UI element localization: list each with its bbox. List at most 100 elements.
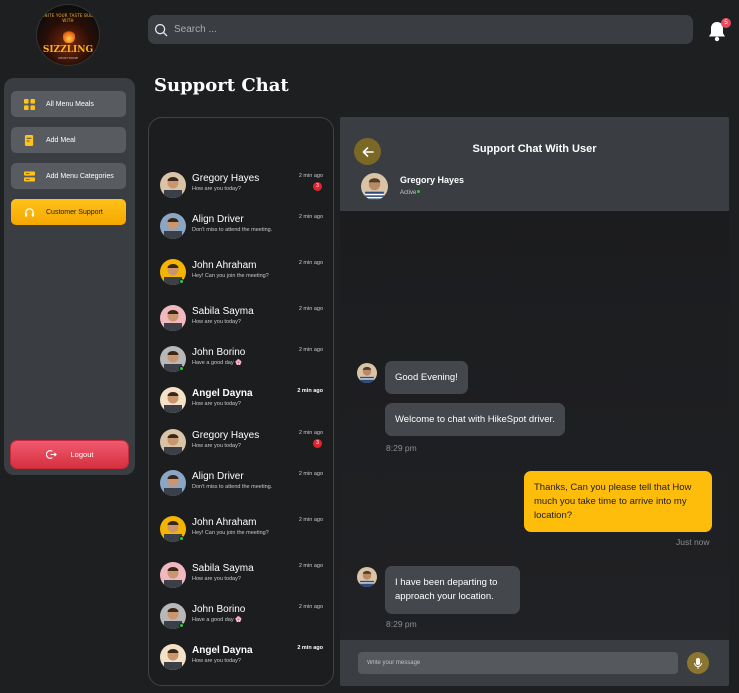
logout-button[interactable]: Logout [11, 441, 128, 468]
notification-badge: 5 [721, 18, 731, 28]
online-indicator [179, 623, 184, 628]
avatar [160, 387, 186, 413]
avatar [357, 363, 377, 383]
chat-list-item[interactable]: John Ahraham Hey! Can you join the meetin… [149, 257, 333, 297]
chat-time: 2 min ago [298, 430, 323, 436]
chat-list-item[interactable]: John Borino Have a good day 🌸 2 min ago [149, 601, 333, 641]
message-composer [340, 640, 729, 686]
chat-preview: Have a good day 🌸 [192, 617, 242, 623]
avatar [357, 567, 377, 587]
logo-brand: SIZZLING [42, 45, 94, 55]
chat-list-item[interactable]: Align Driver Don't miss to attend the mee… [149, 468, 333, 508]
chat-time: 2 min ago [298, 563, 323, 569]
chat-contact-name: Sabila Sayma [192, 306, 254, 317]
chat-contact-name: Align Driver [192, 214, 244, 225]
message-bubble: Welcome to chat with HikeSpot driver. [385, 403, 565, 436]
chat-contact-name: John Ahraham [192, 260, 257, 271]
sidebar-item-label: All Menu Meals [46, 100, 94, 108]
avatar [160, 470, 186, 496]
chat-preview: Don't miss to attend the meeting. [192, 484, 273, 490]
avatar [361, 173, 388, 200]
notification-button[interactable]: 5 [707, 18, 731, 42]
avatar [160, 429, 186, 455]
chat-preview: Don't miss to attend the meeting. [192, 227, 273, 233]
message-time: 8:29 pm [386, 619, 417, 629]
chat-list-item[interactable]: Gregory Hayes How are you today? 2 min ago… [149, 427, 333, 467]
chat-time: 2 min ago [298, 347, 323, 353]
logout-icon [45, 450, 57, 459]
chat-contact-name: Sabila Sayma [192, 563, 254, 574]
message-time: 8:29 pm [386, 443, 417, 453]
sidebar-item-add-menu-categories[interactable]: Add Menu Categories [11, 163, 126, 189]
sidebar-item-add-meal[interactable]: Add Meal [11, 127, 126, 153]
chat-contact-name: John Ahraham [192, 517, 257, 528]
chat-time: 2 min ago [297, 645, 323, 651]
chat-contact-name: John Borino [192, 604, 246, 615]
search-input[interactable] [174, 24, 574, 35]
list-icon [24, 170, 35, 182]
online-indicator [179, 536, 184, 541]
chat-list-item[interactable]: Sabila Sayma How are you today? 2 min ago [149, 303, 333, 343]
chat-contact-name: Gregory Hayes [192, 430, 260, 441]
chat-user-status: Active [400, 190, 421, 196]
sidebar-item-label: Add Meal [46, 136, 76, 144]
chat-time: 2 min ago [298, 260, 323, 266]
chat-preview: Hey! Can you join the meeting? [192, 530, 269, 536]
sidebar-item-label: Add Menu Categories [46, 172, 114, 180]
sidebar-item-customer-support[interactable]: Customer Support [11, 199, 126, 225]
chat-list-item[interactable]: Angel Dayna How are you today? 2 min ago [149, 642, 333, 682]
message-bubble: Good Evening! [385, 361, 468, 394]
chat-list-item[interactable]: Angel Dayna How are you today? 2 min ago [149, 385, 333, 425]
avatar [160, 562, 186, 588]
chat-time: 2 min ago [298, 604, 323, 610]
chat-contact-name: John Borino [192, 347, 246, 358]
user-avatar-image [357, 363, 377, 383]
chat-preview: How are you today? [192, 401, 241, 407]
avatar [160, 213, 186, 239]
online-indicator [179, 279, 184, 284]
search-bar[interactable] [148, 15, 693, 44]
user-avatar-image [361, 173, 388, 200]
unread-badge: 3 [313, 182, 322, 191]
chat-preview: How are you today? [192, 576, 241, 582]
microphone-icon [694, 657, 702, 669]
brand-logo: IGNITE YOUR TASTE BUDS WITH SIZZLING CHO… [36, 4, 100, 66]
chat-contact-name: Angel Dayna [192, 388, 253, 399]
logout-label: Logout [70, 450, 94, 459]
chat-preview: How are you today? [192, 319, 241, 325]
status-text: Active [400, 190, 417, 196]
chat-preview: How are you today? [192, 443, 241, 449]
chat-time: 2 min ago [298, 214, 323, 220]
avatar [160, 644, 186, 670]
chat-time: 2 min ago [298, 173, 323, 179]
chat-title: Support Chat With User [472, 143, 597, 155]
add-document-icon [24, 134, 34, 146]
online-indicator [417, 190, 421, 193]
chat-contact-name: Align Driver [192, 471, 244, 482]
chat-window: Support Chat With User Gregory Hayes Act… [340, 117, 729, 686]
chat-list-item[interactable]: Sabila Sayma How are you today? 2 min ago [149, 560, 333, 600]
chat-time: 2 min ago [298, 306, 323, 312]
user-avatar-image [357, 567, 377, 587]
mic-button[interactable] [687, 652, 709, 674]
online-indicator [179, 366, 184, 371]
unread-badge: 3 [313, 439, 322, 448]
chat-list-item[interactable]: John Ahraham Hey! Can you join the meetin… [149, 514, 333, 554]
message-bubble: I have been departing to approach your l… [385, 566, 520, 614]
message-input[interactable] [358, 652, 678, 674]
message-bubble-sent: Thanks, Can you please tell that How muc… [524, 471, 712, 532]
chat-list-item[interactable]: Gregory Hayes How are you today? 2 min ago… [149, 170, 333, 210]
chat-contact-name: Gregory Hayes [192, 173, 260, 184]
headset-icon [24, 207, 35, 217]
logo-tagline: IGNITE YOUR TASTE BUDS WITH [39, 13, 97, 23]
chat-list-item[interactable]: John Borino Have a good day 🌸 2 min ago [149, 344, 333, 384]
flame-icon [63, 29, 75, 43]
chat-time: 2 min ago [297, 388, 323, 394]
chat-list-item[interactable]: Align Driver Don't miss to attend the mee… [149, 211, 333, 251]
page-title: Support Chat [154, 75, 289, 96]
chat-preview: Have a good day 🌸 [192, 360, 242, 366]
sidebar-item-all-menu-meals[interactable]: All Menu Meals [11, 91, 126, 117]
chat-preview: How are you today? [192, 658, 241, 664]
chat-time: 2 min ago [298, 517, 323, 523]
chat-header: Support Chat With User Gregory Hayes Act… [340, 117, 729, 211]
